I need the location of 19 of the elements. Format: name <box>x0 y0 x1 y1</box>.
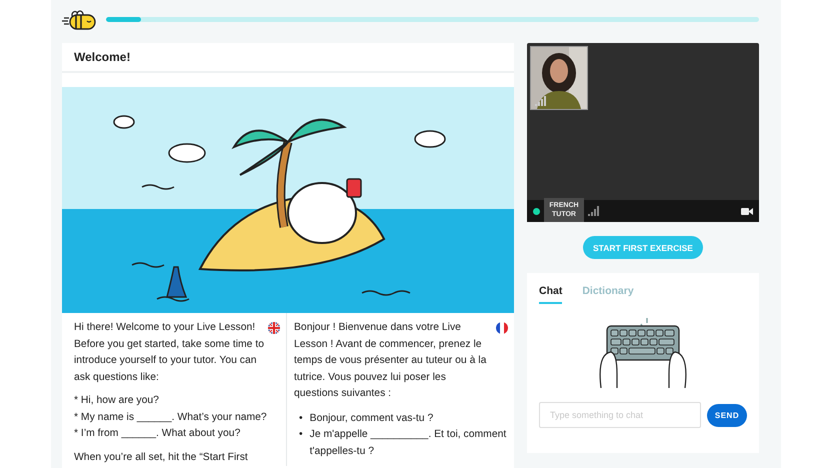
camera-icon[interactable] <box>741 206 753 216</box>
chat-tab[interactable]: Chat <box>539 285 562 304</box>
lesson-title: Welcome! <box>62 43 514 73</box>
intro-paragraph: Hi there! Welcome to your Live Lesson! Before you get started, take some time to introduce yourself to your tutor. You can ask questions like: <box>74 321 264 384</box>
france-flag-icon <box>496 322 508 334</box>
question-line: * My name is ______. What’s your name? <box>74 410 268 424</box>
question-line: * Hi, how are you? <box>74 394 160 408</box>
bee-logo-icon <box>62 10 98 30</box>
send-button[interactable]: SEND <box>707 404 747 426</box>
signal-icon <box>535 96 547 106</box>
question-line: * I’m from ______. What about you? <box>74 427 242 441</box>
closing-text: When you’re all set, hit the “Start First <box>74 450 249 464</box>
intro-paragraph: Bonjour ! Bienvenue dans votre Live Lesson ! Avant de commencer, prenez le temps de vous présenter au tuteur ou à la tutrice. Vous pouvez lui poser les questions suivantes : <box>294 321 488 401</box>
bullet: • <box>299 428 303 442</box>
signal-icon <box>588 206 600 216</box>
uk-flag-icon <box>268 322 280 334</box>
question-line: Bonjour, comment vas-tu ? <box>310 412 434 426</box>
question-line: Je m'appelle __________. Et toi, comment t'appelles-tu ? <box>310 428 508 458</box>
bullet: • <box>299 412 303 426</box>
